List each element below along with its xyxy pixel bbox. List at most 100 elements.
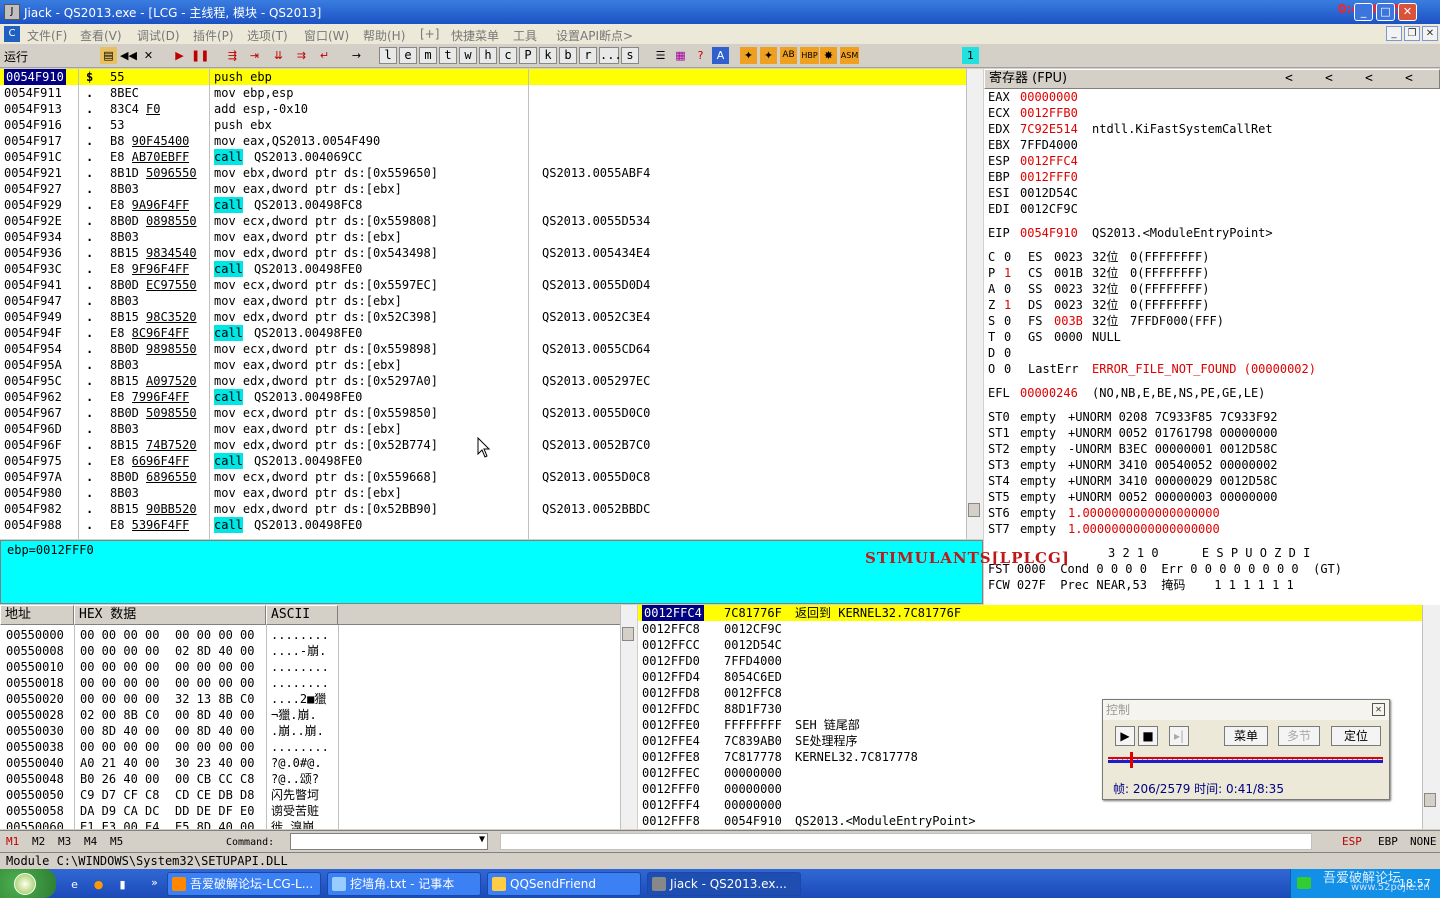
- disasm-row[interactable]: 0054F917. B8 90F45400 mov eax,QS2013.0054F4…: [0, 133, 966, 149]
- dump-hex-group-1[interactable]: 00 00 00 00: [80, 659, 159, 675]
- taskbar-task-folder[interactable]: QQSendFriend: [487, 872, 641, 896]
- register-row[interactable]: ESI 0012D54C: [984, 185, 1424, 201]
- register-value[interactable]: 7C92E514: [1020, 121, 1078, 137]
- fpu-st-row[interactable]: ST3 empty +UNORM 3410 00540052 00000002: [984, 457, 1424, 473]
- run-icon[interactable]: ▶: [171, 47, 188, 64]
- handles-window-button[interactable]: h: [479, 47, 497, 64]
- dump-hex-group-2[interactable]: 00 8D 40 00: [175, 707, 254, 723]
- register-row[interactable]: EDX 7C92E514 ntdll.KiFastSystemCallRet: [984, 121, 1424, 137]
- help-icon[interactable]: ?: [692, 47, 709, 64]
- stack-value[interactable]: 7C817778: [724, 749, 782, 765]
- register-value[interactable]: 0054F910: [1020, 225, 1078, 241]
- disasm-row[interactable]: 0054F94F. E8 8C96F4FF call QS2013.00498FE0: [0, 325, 966, 341]
- disasm-row[interactable]: 0054F954. 8B0D 9898550 mov ecx,dword ptr ds…: [0, 341, 966, 357]
- plugin-icon-4[interactable]: ✸: [820, 47, 837, 64]
- mark-m1[interactable]: M1: [6, 835, 19, 848]
- dump-hex-group-2[interactable]: 00 00 00 00: [175, 627, 254, 643]
- stack-value[interactable]: 0012CF9C: [724, 621, 782, 637]
- taskbar-task-debugger[interactable]: Jiack - QS2013.ex...: [647, 872, 801, 896]
- menu-plugins[interactable]: 插件(P): [193, 27, 234, 44]
- taskbar-task-browser[interactable]: 吾爱破解论坛-LCG-L...: [167, 872, 321, 896]
- st-value[interactable]: +UNORM 3410 00000029 0012D58C: [1068, 473, 1278, 489]
- flag-row[interactable]: P 1 CS 001B 32位 0(FFFFFFFF): [984, 265, 1424, 281]
- list-icon[interactable]: ☰: [652, 47, 669, 64]
- stack-value[interactable]: 8054C6ED: [724, 669, 782, 685]
- st-value[interactable]: 1.0000000000000000000: [1068, 505, 1220, 521]
- disasm-row[interactable]: 0054F967. 8B0D 5098550 mov ecx,dword ptr ds…: [0, 405, 966, 421]
- disasm-row[interactable]: 0054F982. 8B15 90BB520 mov edx,dword ptr ds…: [0, 501, 966, 517]
- reg-mode-esp[interactable]: ESP: [1342, 835, 1362, 848]
- locate-button[interactable]: 定位: [1331, 726, 1381, 746]
- disasm-row[interactable]: 0054F916. 53 push ebx: [0, 117, 966, 133]
- dump-hex-group-1[interactable]: 00 00 00 00: [80, 739, 159, 755]
- register-row[interactable]: ESP 0012FFC4: [984, 153, 1424, 169]
- dump-header-address[interactable]: 地址: [0, 605, 74, 625]
- dump-hex-group-1[interactable]: C9 D7 CF C8: [80, 787, 159, 803]
- dump-hex-group-1[interactable]: 02 00 8B C0: [80, 707, 159, 723]
- register-row[interactable]: ECX 0012FFB0: [984, 105, 1424, 121]
- disasm-row[interactable]: 0054F927. 8B03 mov eax,dword ptr ds:[ebx]: [0, 181, 966, 197]
- close-button[interactable]: ✕: [1398, 3, 1417, 21]
- stack-value[interactable]: 7C839AB0: [724, 733, 782, 749]
- start-button[interactable]: [0, 869, 56, 898]
- dump-row[interactable]: 00550050 C9 D7 CF C8 CD CE DB D8 闪先瞥坷: [0, 787, 620, 803]
- memory-window-button[interactable]: m: [419, 47, 437, 64]
- dump-row[interactable]: 00550020 00 00 00 00 32 13 8B C0 ....2■獵: [0, 691, 620, 707]
- st-value[interactable]: +UNORM 0052 00000003 00000000: [1068, 489, 1278, 505]
- dump-header-hex[interactable]: HEX 数据: [74, 605, 266, 625]
- asm-plugin-icon[interactable]: ASM: [840, 47, 859, 64]
- disasm-row[interactable]: 0054F980. 8B03 mov eax,dword ptr ds:[ebx]: [0, 485, 966, 501]
- stack-scrollbar[interactable]: [1422, 605, 1440, 829]
- disasm-row[interactable]: 0054F910 $55 push ebp: [0, 69, 966, 85]
- threads-window-button[interactable]: t: [439, 47, 457, 64]
- trace-over-icon[interactable]: ⇉: [293, 47, 310, 64]
- trace-into-icon[interactable]: ⇊: [270, 47, 287, 64]
- dump-row[interactable]: 00550040 A0 21 40 00 30 23 40 00 ?@.0#@.: [0, 755, 620, 771]
- menu-window[interactable]: 窗口(W): [304, 27, 349, 44]
- stack-row[interactable]: 0012FFCC 0012D54C: [638, 637, 1422, 653]
- goto-icon[interactable]: →: [348, 47, 365, 64]
- section-button[interactable]: 多节: [1278, 726, 1320, 746]
- playback-progress-track[interactable]: [1108, 757, 1383, 763]
- menu-plus[interactable]: [+]: [420, 27, 439, 41]
- dump-header-ascii[interactable]: ASCII: [266, 605, 338, 625]
- disasm-row[interactable]: 0054F96D. 8B03 mov eax,dword ptr ds:[ebx]: [0, 421, 966, 437]
- dump-hex-group-2[interactable]: 00 8D 40 00: [175, 723, 254, 739]
- disasm-row[interactable]: 0054F93C. E8 9F96F4FF call QS2013.00498FE0: [0, 261, 966, 277]
- efl-row[interactable]: EFL 00000246 (NO,NB,E,BE,NS,PE,GE,LE): [984, 385, 1424, 401]
- stack-row[interactable]: 0012FFC8 0012CF9C: [638, 621, 1422, 637]
- menu-options[interactable]: 选项(T): [247, 27, 288, 44]
- disasm-row[interactable]: 0054F95C. 8B15 A097520 mov edx,dword ptr ds…: [0, 373, 966, 389]
- dump-scrollbar[interactable]: [620, 605, 637, 829]
- registers-pane[interactable]: 寄存器 (FPU) < < < < EAX 00000000 ECX 0012FFB0…: [984, 69, 1440, 605]
- quicklaunch-firefox-icon[interactable]: ●: [90, 876, 107, 893]
- register-value[interactable]: 0012FFF0: [1020, 169, 1078, 185]
- fpu-st-row[interactable]: ST1 empty +UNORM 0052 01761798 00000000: [984, 425, 1424, 441]
- flag-row[interactable]: S 0 FS 003B 32位 7FFDF000(FFF): [984, 313, 1424, 329]
- st-value[interactable]: +UNORM 0052 01761798 00000000: [1068, 425, 1278, 441]
- mdi-close-button[interactable]: ✕: [1422, 26, 1438, 41]
- taskbar-task-notepad[interactable]: 挖墙角.txt - 记事本: [327, 872, 481, 896]
- mdi-child-icon[interactable]: C: [4, 26, 20, 42]
- plugin-icon-2[interactable]: ✦: [760, 47, 777, 64]
- stack-value[interactable]: 00000000: [724, 797, 782, 813]
- stack-value[interactable]: 88D1F730: [724, 701, 782, 717]
- disasm-row[interactable]: 0054F988. E8 5396F4FF call QS2013.00498FE0: [0, 517, 966, 533]
- flag-row[interactable]: A 0 SS 0023 32位 0(FFFFFFFF): [984, 281, 1424, 297]
- playback-progress-knob[interactable]: [1130, 752, 1133, 768]
- fpu-st-row[interactable]: ST2 empty -UNORM B3EC 00000001 0012D58C: [984, 441, 1424, 457]
- dump-row[interactable]: 00550000 00 00 00 00 00 00 00 00........: [0, 627, 620, 643]
- dump-hex-group-2[interactable]: 00 00 00 00: [175, 675, 254, 691]
- stack-value[interactable]: 00000000: [724, 765, 782, 781]
- dump-row[interactable]: 00550048 B0 26 40 00 00 CB CC C8 ?@..颂?: [0, 771, 620, 787]
- register-row[interactable]: EIP 0054F910 QS2013.<ModuleEntryPoint>: [984, 225, 1424, 241]
- dump-hex-group-1[interactable]: B0 26 40 00: [80, 771, 159, 787]
- register-row[interactable]: EBX 7FFD4000: [984, 137, 1424, 153]
- stack-value[interactable]: 0012FFC8: [724, 685, 782, 701]
- dump-hex-group-1[interactable]: E1 E3 00 E4: [80, 819, 159, 829]
- register-value[interactable]: 00000000: [1020, 89, 1078, 105]
- menu-shortcuts[interactable]: 快捷菜单: [451, 27, 499, 44]
- menu-debug[interactable]: 调试(D): [137, 27, 180, 44]
- plugin-icon-3[interactable]: AB: [780, 47, 797, 64]
- stack-row[interactable]: 0012FFD4 8054C6ED: [638, 669, 1422, 685]
